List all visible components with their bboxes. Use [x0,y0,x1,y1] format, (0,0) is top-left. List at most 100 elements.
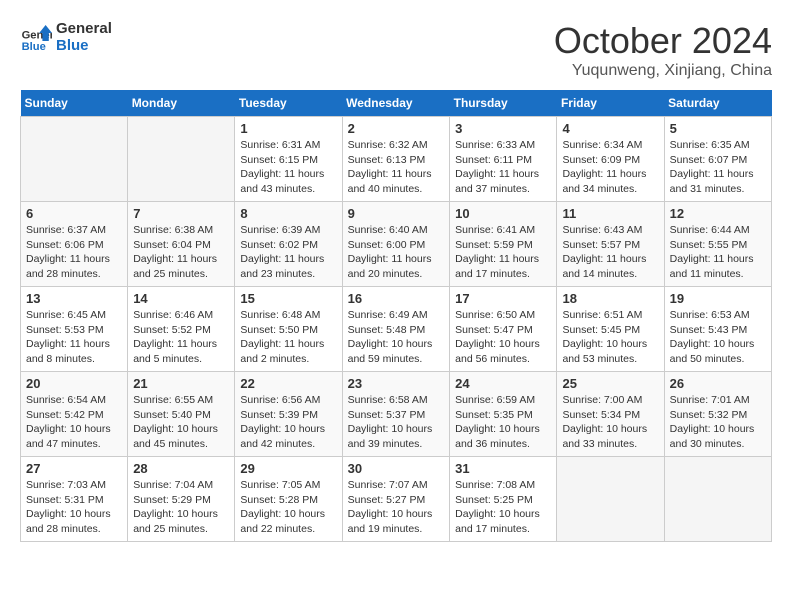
calendar-cell: 28 Sunrise: 7:04 AM Sunset: 5:29 PM Dayli… [128,457,235,542]
day-info: Sunrise: 6:40 AM Sunset: 6:00 PM Dayligh… [348,223,445,282]
calendar-week-row: 1 Sunrise: 6:31 AM Sunset: 6:15 PM Daylig… [21,117,772,202]
day-header-wednesday: Wednesday [342,90,450,117]
day-info: Sunrise: 6:50 AM Sunset: 5:47 PM Dayligh… [455,308,551,367]
day-number: 21 [133,376,229,391]
calendar-cell [664,457,771,542]
calendar-cell [128,117,235,202]
day-info: Sunrise: 7:04 AM Sunset: 5:29 PM Dayligh… [133,478,229,537]
day-info: Sunrise: 7:08 AM Sunset: 5:25 PM Dayligh… [455,478,551,537]
day-number: 25 [562,376,658,391]
calendar-cell: 30Sunrise: 7:07 AM Sunset: 5:27 PM Dayli… [342,457,450,542]
day-info: Sunrise: 6:45 AM Sunset: 5:53 PM Dayligh… [26,308,122,367]
day-info: Sunrise: 6:41 AM Sunset: 5:59 PM Dayligh… [455,223,551,282]
day-info: Sunrise: 7:01 AM Sunset: 5:32 PM Dayligh… [670,393,766,452]
day-info: Sunrise: 7:03 AM Sunset: 5:31 PM Dayligh… [26,478,122,537]
day-number: 23 [348,376,445,391]
day-header-tuesday: Tuesday [235,90,342,117]
calendar-week-row: 13 Sunrise: 6:45 AM Sunset: 5:53 PM Dayli… [21,287,772,372]
month-title: October 2024 [554,20,772,62]
day-number: 13 [26,291,122,306]
calendar-header-row: SundayMondayTuesdayWednesdayThursdayFrid… [21,90,772,117]
calendar-cell: 27 Sunrise: 7:03 AM Sunset: 5:31 PM Dayli… [21,457,128,542]
day-info: Sunrise: 7:00 AM Sunset: 5:34 PM Dayligh… [562,393,658,452]
logo-icon: General Blue [20,21,52,53]
calendar-cell: 18 Sunrise: 6:51 AM Sunset: 5:45 PM Dayli… [557,287,664,372]
day-header-thursday: Thursday [450,90,557,117]
day-number: 27 [26,461,122,476]
day-info: Sunrise: 6:33 AM Sunset: 6:11 PM Dayligh… [455,138,551,197]
calendar-cell: 25 Sunrise: 7:00 AM Sunset: 5:34 PM Dayli… [557,372,664,457]
calendar-cell: 16 Sunrise: 6:49 AM Sunset: 5:48 PM Dayli… [342,287,450,372]
calendar-cell: 12 Sunrise: 6:44 AM Sunset: 5:55 PM Dayli… [664,202,771,287]
day-number: 19 [670,291,766,306]
day-number: 1 [240,121,336,136]
day-number: 3 [455,121,551,136]
calendar-cell [21,117,128,202]
calendar-cell: 17 Sunrise: 6:50 AM Sunset: 5:47 PM Dayli… [450,287,557,372]
day-info: Sunrise: 6:58 AM Sunset: 5:37 PM Dayligh… [348,393,445,452]
calendar-cell: 13 Sunrise: 6:45 AM Sunset: 5:53 PM Dayli… [21,287,128,372]
day-info: Sunrise: 6:49 AM Sunset: 5:48 PM Dayligh… [348,308,445,367]
calendar-week-row: 27 Sunrise: 7:03 AM Sunset: 5:31 PM Dayli… [21,457,772,542]
location: Yuqunweng, Xinjiang, China [554,62,772,80]
day-number: 28 [133,461,229,476]
day-info: Sunrise: 6:54 AM Sunset: 5:42 PM Dayligh… [26,393,122,452]
calendar-cell: 21Sunrise: 6:55 AM Sunset: 5:40 PM Dayli… [128,372,235,457]
calendar-week-row: 20 Sunrise: 6:54 AM Sunset: 5:42 PM Dayli… [21,372,772,457]
day-number: 17 [455,291,551,306]
calendar-cell: 5Sunrise: 6:35 AM Sunset: 6:07 PM Daylig… [664,117,771,202]
day-number: 8 [240,206,336,221]
day-number: 29 [240,461,336,476]
logo: General Blue General Blue [20,20,112,54]
day-number: 14 [133,291,229,306]
calendar-cell: 11 Sunrise: 6:43 AM Sunset: 5:57 PM Dayli… [557,202,664,287]
day-number: 31 [455,461,551,476]
day-number: 7 [133,206,229,221]
day-header-sunday: Sunday [21,90,128,117]
calendar-cell: 6Sunrise: 6:37 AM Sunset: 6:06 PM Daylig… [21,202,128,287]
day-header-monday: Monday [128,90,235,117]
day-info: Sunrise: 6:59 AM Sunset: 5:35 PM Dayligh… [455,393,551,452]
day-number: 10 [455,206,551,221]
day-number: 12 [670,206,766,221]
calendar-cell: 26Sunrise: 7:01 AM Sunset: 5:32 PM Dayli… [664,372,771,457]
day-number: 18 [562,291,658,306]
day-info: Sunrise: 6:31 AM Sunset: 6:15 PM Dayligh… [240,138,336,197]
logo-line1: General [56,20,112,37]
calendar-cell [557,457,664,542]
calendar-table: SundayMondayTuesdayWednesdayThursdayFrid… [20,90,772,542]
day-number: 9 [348,206,445,221]
day-number: 4 [562,121,658,136]
calendar-cell: 31 Sunrise: 7:08 AM Sunset: 5:25 PM Dayli… [450,457,557,542]
day-number: 5 [670,121,766,136]
day-number: 22 [240,376,336,391]
calendar-cell: 8 Sunrise: 6:39 AM Sunset: 6:02 PM Daylig… [235,202,342,287]
day-number: 2 [348,121,445,136]
calendar-cell: 15Sunrise: 6:48 AM Sunset: 5:50 PM Dayli… [235,287,342,372]
day-info: Sunrise: 6:56 AM Sunset: 5:39 PM Dayligh… [240,393,336,452]
calendar-cell: 3 Sunrise: 6:33 AM Sunset: 6:11 PM Daylig… [450,117,557,202]
logo-line2: Blue [56,37,112,54]
calendar-cell: 9 Sunrise: 6:40 AM Sunset: 6:00 PM Daylig… [342,202,450,287]
day-number: 20 [26,376,122,391]
calendar-cell: 24Sunrise: 6:59 AM Sunset: 5:35 PM Dayli… [450,372,557,457]
calendar-cell: 4 Sunrise: 6:34 AM Sunset: 6:09 PM Daylig… [557,117,664,202]
calendar-cell: 14Sunrise: 6:46 AM Sunset: 5:52 PM Dayli… [128,287,235,372]
day-info: Sunrise: 6:37 AM Sunset: 6:06 PM Dayligh… [26,223,122,282]
day-info: Sunrise: 6:34 AM Sunset: 6:09 PM Dayligh… [562,138,658,197]
day-info: Sunrise: 6:32 AM Sunset: 6:13 PM Dayligh… [348,138,445,197]
day-header-friday: Friday [557,90,664,117]
day-info: Sunrise: 6:43 AM Sunset: 5:57 PM Dayligh… [562,223,658,282]
day-number: 11 [562,206,658,221]
day-info: Sunrise: 6:51 AM Sunset: 5:45 PM Dayligh… [562,308,658,367]
calendar-cell: 29 Sunrise: 7:05 AM Sunset: 5:28 PM Dayli… [235,457,342,542]
day-info: Sunrise: 7:05 AM Sunset: 5:28 PM Dayligh… [240,478,336,537]
day-number: 16 [348,291,445,306]
day-info: Sunrise: 6:39 AM Sunset: 6:02 PM Dayligh… [240,223,336,282]
day-info: Sunrise: 6:53 AM Sunset: 5:43 PM Dayligh… [670,308,766,367]
day-info: Sunrise: 6:44 AM Sunset: 5:55 PM Dayligh… [670,223,766,282]
day-number: 15 [240,291,336,306]
title-block: October 2024 Yuqunweng, Xinjiang, China [554,20,772,80]
svg-text:Blue: Blue [22,41,46,53]
calendar-week-row: 6Sunrise: 6:37 AM Sunset: 6:06 PM Daylig… [21,202,772,287]
